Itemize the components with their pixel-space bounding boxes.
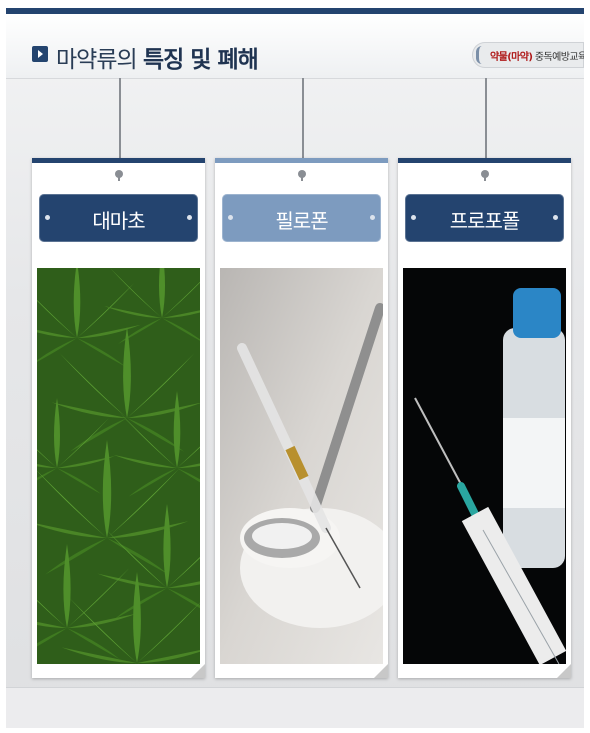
course-tag-text: 약물(마약) 중독예방교육 <box>490 48 584 63</box>
title-arrow-icon <box>32 46 48 62</box>
title-bar: 마약류의 특징 및 폐해 약물(마약) 중독예방교육 <box>6 14 584 79</box>
vial-syringe-photo <box>403 268 566 664</box>
page-title: 마약류의 특징 및 폐해 <box>56 40 259 74</box>
card-cap <box>32 158 205 163</box>
course-tag-rest: 중독예방교육 <box>532 52 584 63</box>
page-title-plain: 마약류의 <box>56 47 143 73</box>
card-propofol[interactable]: 프로포폴 <box>398 158 571 678</box>
page-title-bold: 특징 및 폐해 <box>142 47 259 73</box>
card-cannabis[interactable]: 대마초 <box>32 158 205 678</box>
tag-curl-icon <box>476 46 489 64</box>
pin-icon <box>297 170 306 181</box>
cannabis-leaf-photo <box>37 268 200 664</box>
bottom-band <box>6 687 584 728</box>
page-fold-icon <box>557 664 571 678</box>
course-tag-accent: 약물(마약) <box>490 52 533 63</box>
card-label: 필로폰 <box>275 209 328 233</box>
pin-icon <box>480 170 489 181</box>
slide: 마약류의 특징 및 폐해 약물(마약) 중독예방교육 대마초 필로폰 프로포폴 <box>6 8 584 728</box>
card-label-box: 필로폰 <box>222 194 381 242</box>
card-methamphetamine[interactable]: 필로폰 <box>215 158 388 678</box>
page-fold-icon <box>191 664 205 678</box>
card-label-box: 대마초 <box>39 194 198 242</box>
page-fold-icon <box>374 664 388 678</box>
card-cap <box>215 158 388 163</box>
course-tag: 약물(마약) 중독예방교육 <box>472 42 584 68</box>
pin-icon <box>114 170 123 181</box>
card-label-box: 프로포폴 <box>405 194 564 242</box>
syringe-spoon-powder-photo <box>220 268 383 664</box>
card-cap <box>398 158 571 163</box>
card-label: 프로포폴 <box>449 209 521 233</box>
card-label: 대마초 <box>92 209 145 233</box>
